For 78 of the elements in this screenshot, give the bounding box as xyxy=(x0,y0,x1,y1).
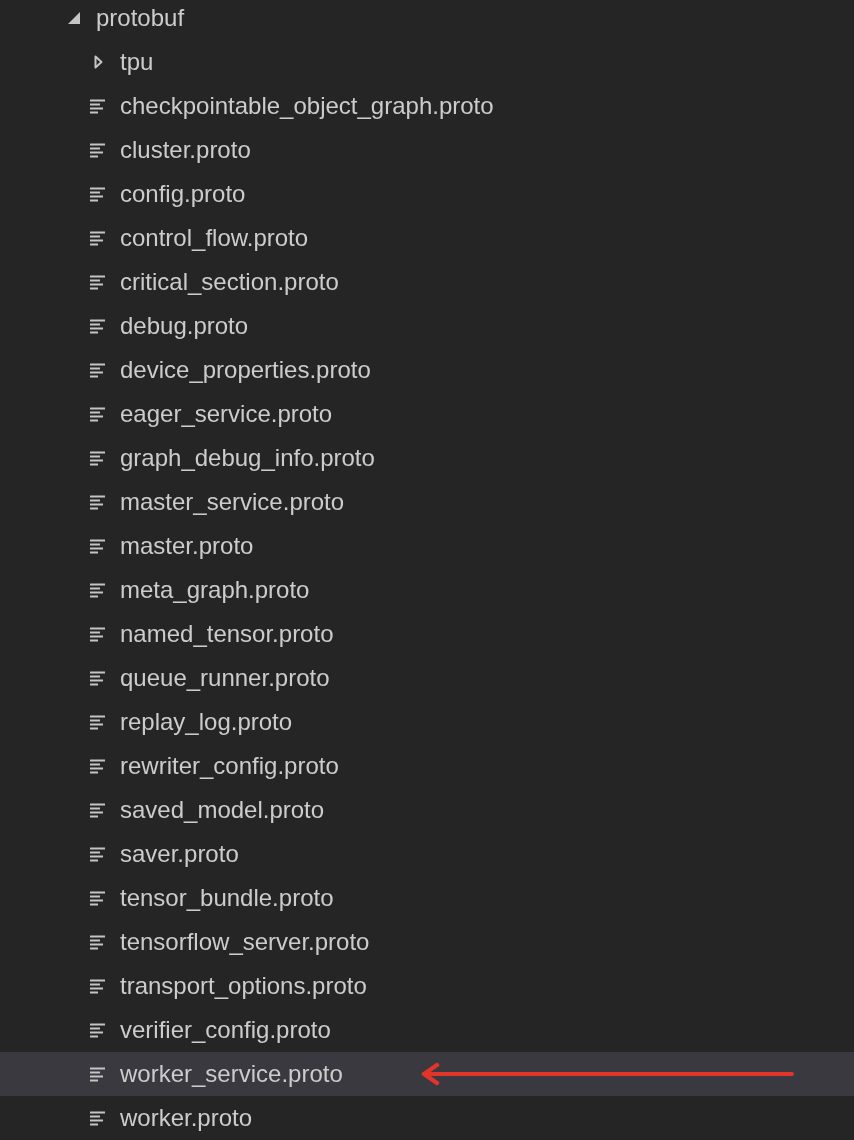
expanded-triangle-icon[interactable] xyxy=(68,12,80,24)
file-row[interactable]: checkpointable_object_graph.proto xyxy=(0,84,854,128)
collapsed-triangle-icon[interactable] xyxy=(93,55,103,69)
file-row[interactable]: tensor_bundle.proto xyxy=(0,876,854,920)
file-name: device_properties.proto xyxy=(120,355,371,385)
file-name: master_service.proto xyxy=(120,487,345,517)
file-lines-icon xyxy=(90,714,106,730)
file-name: tensorflow_server.proto xyxy=(120,927,370,957)
file-lines-icon xyxy=(90,670,106,686)
file-row[interactable]: meta_graph.proto xyxy=(0,568,854,612)
file-name: tensor_bundle.proto xyxy=(120,883,334,913)
file-name: queue_runner.proto xyxy=(120,663,330,693)
folder-name: tpu xyxy=(120,47,154,77)
file-name: debug.proto xyxy=(120,311,249,341)
file-name: named_tensor.proto xyxy=(120,619,334,649)
file-row[interactable]: critical_section.proto xyxy=(0,260,854,304)
file-lines-icon xyxy=(90,186,106,202)
file-lines-icon xyxy=(90,494,106,510)
file-row[interactable]: master_service.proto xyxy=(0,480,854,524)
folder-row[interactable]: tpu xyxy=(0,40,854,84)
file-name: master.proto xyxy=(120,531,254,561)
file-row[interactable]: graph_debug_info.proto xyxy=(0,436,854,480)
file-name: critical_section.proto xyxy=(120,267,339,297)
file-lines-icon xyxy=(90,450,106,466)
file-name: replay_log.proto xyxy=(120,707,293,737)
file-row[interactable]: replay_log.proto xyxy=(0,700,854,744)
file-name: control_flow.proto xyxy=(120,223,309,253)
file-row[interactable]: transport_options.proto xyxy=(0,964,854,1008)
file-row[interactable]: tensorflow_server.proto xyxy=(0,920,854,964)
file-lines-icon xyxy=(90,934,106,950)
file-name: checkpointable_object_graph.proto xyxy=(120,91,494,121)
file-lines-icon xyxy=(90,538,106,554)
file-lines-icon xyxy=(90,978,106,994)
file-lines-icon xyxy=(90,1022,106,1038)
file-lines-icon xyxy=(90,274,106,290)
file-name: graph_debug_info.proto xyxy=(120,443,375,473)
file-name: eager_service.proto xyxy=(120,399,333,429)
file-row[interactable]: verifier_config.proto xyxy=(0,1008,854,1052)
file-row[interactable]: master.proto xyxy=(0,524,854,568)
file-row[interactable]: rewriter_config.proto xyxy=(0,744,854,788)
file-name: worker_service.proto xyxy=(120,1059,343,1089)
file-lines-icon xyxy=(90,230,106,246)
file-name: saved_model.proto xyxy=(120,795,325,825)
file-row[interactable]: saver.proto xyxy=(0,832,854,876)
file-row[interactable]: eager_service.proto xyxy=(0,392,854,436)
file-lines-icon xyxy=(90,582,106,598)
folder-row[interactable]: protobuf xyxy=(0,0,854,40)
file-name: config.proto xyxy=(120,179,246,209)
file-name: saver.proto xyxy=(120,839,239,869)
file-lines-icon xyxy=(90,1066,106,1082)
file-lines-icon xyxy=(90,362,106,378)
file-lines-icon xyxy=(90,758,106,774)
file-row[interactable]: control_flow.proto xyxy=(0,216,854,260)
file-lines-icon xyxy=(90,98,106,114)
file-lines-icon xyxy=(90,1110,106,1126)
file-lines-icon xyxy=(90,802,106,818)
file-lines-icon xyxy=(90,406,106,422)
file-row[interactable]: worker_service.proto xyxy=(0,1052,854,1096)
file-row[interactable]: worker.proto xyxy=(0,1096,854,1140)
file-name: cluster.proto xyxy=(120,135,251,165)
file-row[interactable]: device_properties.proto xyxy=(0,348,854,392)
file-row[interactable]: cluster.proto xyxy=(0,128,854,172)
file-row[interactable]: debug.proto xyxy=(0,304,854,348)
file-row[interactable]: config.proto xyxy=(0,172,854,216)
file-name: meta_graph.proto xyxy=(120,575,310,605)
file-lines-icon xyxy=(90,626,106,642)
file-row[interactable]: queue_runner.proto xyxy=(0,656,854,700)
folder-name: protobuf xyxy=(96,3,185,33)
file-lines-icon xyxy=(90,846,106,862)
file-lines-icon xyxy=(90,890,106,906)
file-row[interactable]: saved_model.proto xyxy=(0,788,854,832)
file-name: transport_options.proto xyxy=(120,971,367,1001)
file-lines-icon xyxy=(90,318,106,334)
file-row[interactable]: named_tensor.proto xyxy=(0,612,854,656)
file-name: worker.proto xyxy=(120,1103,253,1133)
file-name: rewriter_config.proto xyxy=(120,751,339,781)
file-lines-icon xyxy=(90,142,106,158)
file-name: verifier_config.proto xyxy=(120,1015,331,1045)
